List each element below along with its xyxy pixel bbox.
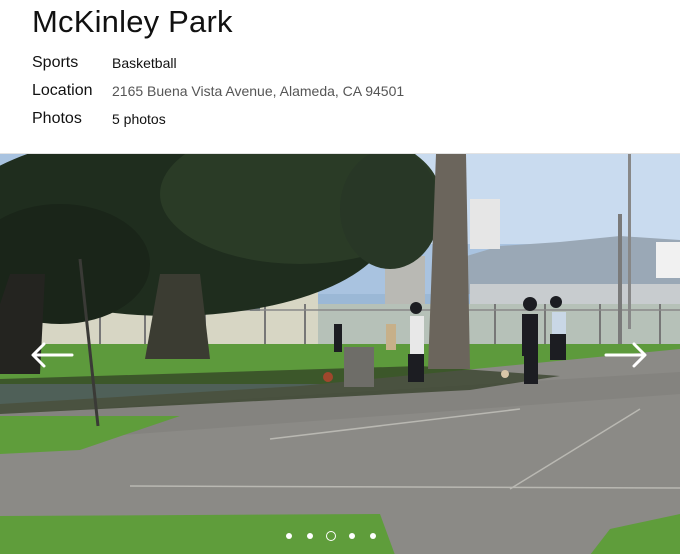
photos-label: Photos	[32, 110, 82, 127]
sports-label: Sports	[32, 54, 79, 71]
carousel-dot-5[interactable]	[370, 533, 376, 539]
carousel-dot-4[interactable]	[349, 533, 355, 539]
location-label: Location	[32, 82, 93, 99]
location-row: Location 2165 Buena Vista Avenue, Alamed…	[32, 80, 404, 102]
page-title: McKinley Park	[32, 4, 233, 39]
previous-photo-button[interactable]	[30, 340, 74, 370]
carousel-dot-3-active[interactable]	[326, 531, 336, 541]
carousel-dot-2[interactable]	[307, 533, 313, 539]
carousel-dot-1[interactable]	[286, 533, 292, 539]
photo-carousel[interactable]	[0, 153, 680, 554]
location-link[interactable]: 2165 Buena Vista Avenue, Alameda, CA 945…	[112, 83, 404, 99]
photos-row: Photos 5 photos	[32, 108, 166, 130]
photos-count: 5 photos	[112, 111, 166, 127]
sports-value: Basketball	[112, 55, 177, 71]
park-photo	[0, 154, 680, 554]
next-photo-button[interactable]	[604, 340, 648, 370]
sports-row: Sports Basketball	[32, 52, 177, 74]
arrow-left-icon	[31, 342, 74, 368]
carousel-indicators	[286, 530, 391, 542]
arrow-right-icon	[604, 342, 647, 368]
park-details-header: McKinley Park Sports Basketball Location…	[0, 0, 680, 153]
